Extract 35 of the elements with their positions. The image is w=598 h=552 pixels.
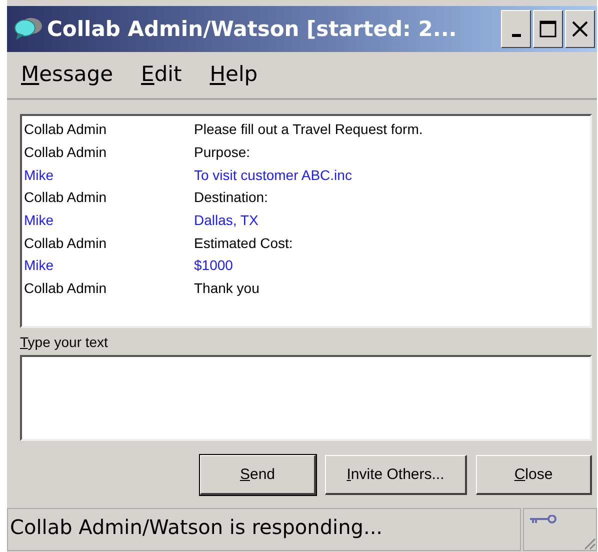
message-text: Destination: <box>194 189 268 206</box>
sender-name: Mike <box>24 257 55 274</box>
message-text: Thank you <box>194 280 260 296</box>
menu-item[interactable]: Edit <box>141 62 182 86</box>
message-text: Estimated Cost: <box>194 234 293 251</box>
sender-name: Collab Admin <box>24 280 108 296</box>
resize-grip-icon[interactable] <box>582 536 596 550</box>
menu-item[interactable]: Help <box>210 62 258 86</box>
sender-name: Mike <box>24 166 55 183</box>
close-button[interactable] <box>565 10 595 48</box>
key-icon <box>529 515 557 525</box>
message-text: Please fill out a Travel Request form. <box>194 121 423 138</box>
input-label: Type your text <box>20 334 108 350</box>
chat-bubbles-icon <box>13 17 43 41</box>
minimize-button[interactable] <box>501 10 531 48</box>
dialog-button[interactable]: Close <box>476 455 592 495</box>
sender-name: Collab Admin <box>24 234 108 251</box>
sender-name: Collab Admin <box>24 144 108 160</box>
minimize-icon <box>512 34 520 36</box>
message-text: $1000 <box>194 257 233 274</box>
dialog-button[interactable]: Invite Others... <box>325 455 467 495</box>
maximize-icon <box>539 20 557 38</box>
close-icon <box>571 20 589 38</box>
sender-name: Mike <box>24 212 55 228</box>
dialog-button[interactable]: Send <box>200 455 316 495</box>
menu-item[interactable]: Message <box>21 62 114 86</box>
message-input[interactable] <box>20 355 592 441</box>
message-text: To visit customer ABC.inc <box>194 166 352 183</box>
sender-name: Collab Admin <box>24 189 108 206</box>
message-text: Purpose: <box>194 144 250 160</box>
message-text: Dallas, TX <box>194 212 258 228</box>
maximize-button[interactable] <box>533 10 563 48</box>
sender-name: Collab Admin <box>24 121 108 138</box>
status-text: Collab Admin/Watson is responding... <box>7 508 521 551</box>
window-title: Collab Admin/Watson [started: 2... <box>47 17 458 41</box>
